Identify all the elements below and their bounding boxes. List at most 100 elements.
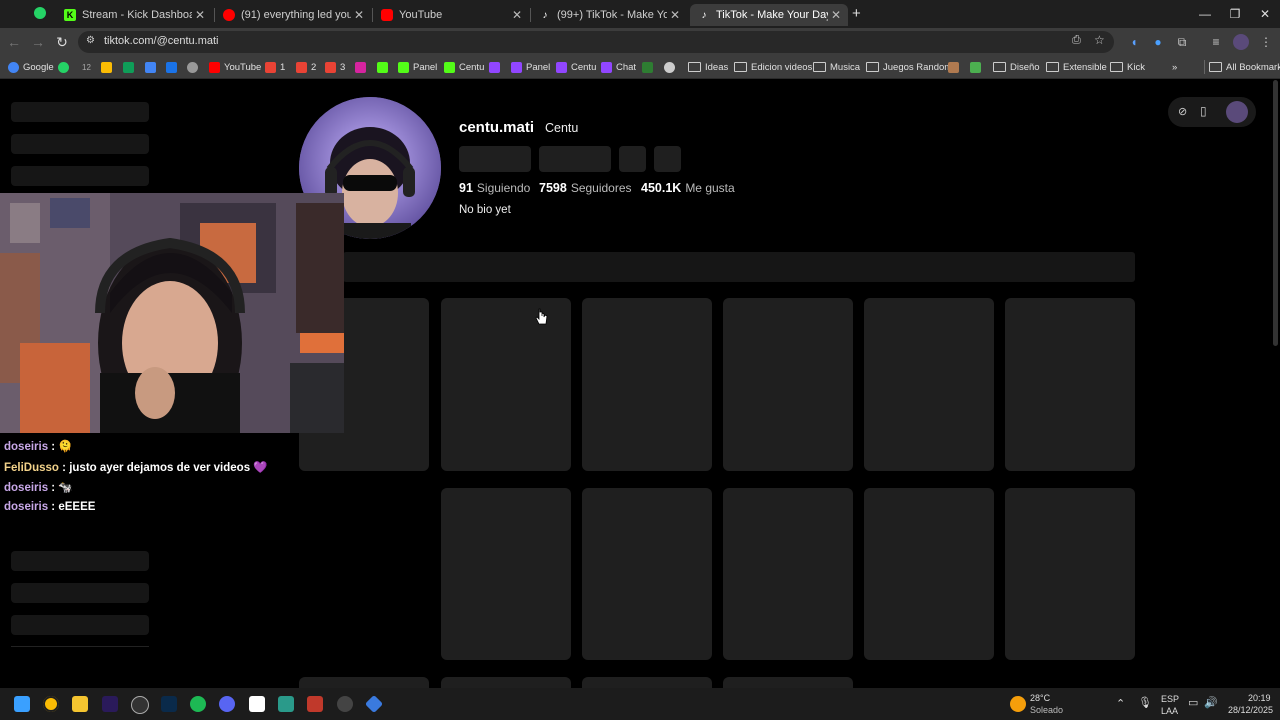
close-icon[interactable]: ✕ xyxy=(667,8,683,22)
chrome-icon[interactable] xyxy=(43,696,59,712)
bookmark-whatsapp[interactable] xyxy=(58,60,73,74)
bookmark-folder-juegos[interactable]: Juegos Random xyxy=(866,60,952,74)
tray-overflow-icon[interactable]: ⌃ xyxy=(1116,697,1125,710)
close-icon[interactable]: ✕ xyxy=(192,8,208,22)
bookmark-sheets[interactable] xyxy=(123,60,138,74)
new-tab-button[interactable]: + xyxy=(852,5,861,22)
clock-time[interactable]: 20:19 xyxy=(1248,693,1271,703)
app-diamond-icon[interactable] xyxy=(364,694,384,714)
language-top[interactable]: ESP xyxy=(1161,694,1179,704)
video-card-skeleton[interactable] xyxy=(723,677,853,688)
bookmark-star-icon[interactable]: ☆ xyxy=(1094,33,1105,47)
bookmark-gmail-1[interactable]: 1 xyxy=(265,60,285,74)
video-card-skeleton[interactable] xyxy=(582,298,712,471)
bookmark-12[interactable]: 12 xyxy=(82,60,91,74)
bookmark-folder-extensible[interactable]: Extensible xyxy=(1046,60,1107,74)
tab-youtube[interactable]: YouTube ✕ xyxy=(373,4,529,26)
photoshop-icon[interactable] xyxy=(161,696,177,712)
volume-icon[interactable]: 🔊 xyxy=(1204,696,1218,709)
bookmark-twitch-chat[interactable]: Chat xyxy=(601,60,636,74)
video-card-skeleton[interactable] xyxy=(441,488,571,660)
bookmark-youtube[interactable]: YouTube xyxy=(209,60,261,74)
whatsapp-icon[interactable] xyxy=(34,7,46,19)
bookmark-folder-edicion[interactable]: Edicion videos xyxy=(734,60,812,74)
video-card-skeleton[interactable] xyxy=(864,298,994,471)
video-card-skeleton[interactable] xyxy=(299,677,429,688)
close-icon[interactable]: ✕ xyxy=(351,8,367,22)
following-stat[interactable]: 91 Siguiendo xyxy=(459,181,530,195)
video-card-skeleton[interactable] xyxy=(723,488,853,660)
bookmark-discord[interactable] xyxy=(664,60,679,74)
app-c-icon[interactable] xyxy=(337,696,353,712)
profile-avatar-icon[interactable] xyxy=(1233,34,1249,50)
tab-kick-dashboard[interactable]: K Stream - Kick Dashboard ✕ xyxy=(56,4,212,26)
followers-stat[interactable]: 7598 Seguidores xyxy=(539,181,632,195)
bookmark-gmail-2[interactable]: 2 xyxy=(296,60,316,74)
bookmark-kick-centu[interactable]: Centu xyxy=(444,60,484,74)
close-icon[interactable]: ✕ xyxy=(509,8,525,22)
weather-temp[interactable]: 28°C xyxy=(1030,693,1050,703)
tab-tiktok-active[interactable]: ♪ TikTok - Make Your Day ✕ xyxy=(690,4,848,26)
video-card-skeleton[interactable] xyxy=(582,677,712,688)
weather-icon[interactable] xyxy=(1010,696,1026,712)
forward-icon[interactable]: → xyxy=(30,34,46,50)
tab-tiktok-notifications[interactable]: ♪ (99+) TikTok - Make Your Day ✕ xyxy=(531,4,687,26)
bookmark-calendar[interactable] xyxy=(166,60,181,74)
address-bar[interactable]: ⚙ tiktok.com/@centu.mati ⎙ ☆ xyxy=(78,31,1114,53)
language-bottom[interactable]: LAA xyxy=(1161,706,1178,716)
notes-icon[interactable] xyxy=(278,696,294,712)
video-card-skeleton[interactable] xyxy=(582,488,712,660)
bookmark-gpt[interactable] xyxy=(187,60,202,74)
weather-desc[interactable]: Soleado xyxy=(1030,705,1063,715)
bookmark-twitch[interactable] xyxy=(489,60,504,74)
page-scrollbar[interactable] xyxy=(1273,80,1278,346)
bookmark-drive[interactable] xyxy=(101,60,116,74)
network-icon[interactable]: ▭ xyxy=(1188,696,1198,709)
extension-audio-icon[interactable]: ◖ xyxy=(1126,34,1142,50)
media-controls-icon[interactable]: ≡ xyxy=(1208,34,1224,50)
bookmark-folder-musica[interactable]: Musica xyxy=(813,60,860,74)
user-avatar-icon[interactable] xyxy=(1226,101,1248,123)
video-card-skeleton[interactable] xyxy=(441,677,571,688)
discord-icon[interactable] xyxy=(219,696,235,712)
video-card-skeleton[interactable] xyxy=(723,298,853,471)
bookmark-folder-kick[interactable]: Kick xyxy=(1110,60,1145,74)
bookmark-kick[interactable] xyxy=(377,60,392,74)
minimize-button[interactable]: — xyxy=(1190,4,1220,24)
notion-icon[interactable] xyxy=(249,696,265,712)
video-card-skeleton[interactable] xyxy=(1005,298,1135,471)
obs-icon[interactable] xyxy=(131,696,149,714)
url-text[interactable]: tiktok.com/@centu.mati xyxy=(104,35,218,47)
video-card-skeleton[interactable] xyxy=(1005,488,1135,660)
bookmark-docs[interactable] xyxy=(145,60,160,74)
all-bookmarks[interactable]: All Bookmarks xyxy=(1204,60,1280,74)
spotify-icon[interactable] xyxy=(190,696,206,712)
video-card-skeleton[interactable] xyxy=(864,488,994,660)
maximize-button[interactable]: ❐ xyxy=(1220,4,1250,24)
video-card-skeleton[interactable] xyxy=(441,298,571,471)
video-editor-icon[interactable] xyxy=(307,696,323,712)
bookmark-twitch-panel[interactable]: Panel xyxy=(511,60,550,74)
clock-date[interactable]: 28/12/2025 xyxy=(1228,705,1273,715)
file-explorer-icon[interactable] xyxy=(72,696,88,712)
premiere-icon[interactable] xyxy=(102,696,118,712)
microphone-icon[interactable]: 🎙 xyxy=(1138,696,1152,709)
site-info-icon[interactable]: ⚙ xyxy=(86,35,95,46)
bookmark-twitch-centu[interactable]: Centu xyxy=(556,60,596,74)
bookmark-kick-panel[interactable]: Panel xyxy=(398,60,437,74)
install-app-icon[interactable]: ⎙ xyxy=(1072,34,1081,47)
bookmark-gmail-3[interactable]: 3 xyxy=(325,60,345,74)
bookmark-ext[interactable] xyxy=(970,60,985,74)
extension-shield-icon[interactable]: ● xyxy=(1150,34,1166,50)
bookmark-folder-diseno[interactable]: Diseño xyxy=(993,60,1040,74)
more-bookmarks-icon[interactable]: » xyxy=(1172,60,1177,74)
bookmark-folder-ideas[interactable]: Ideas xyxy=(688,60,728,74)
close-window-button[interactable]: ✕ xyxy=(1250,4,1280,24)
windows-start-icon[interactable] xyxy=(14,696,30,712)
tab-youtube-video[interactable]: (91) everything led you here - Y ✕ xyxy=(215,4,371,26)
compass-icon[interactable]: ⊘ xyxy=(1178,105,1187,118)
bookmark-mascot[interactable] xyxy=(948,60,963,74)
reload-icon[interactable]: ↻ xyxy=(54,34,70,50)
menu-kebab-icon[interactable]: ⋮ xyxy=(1258,34,1274,50)
back-icon[interactable]: ← xyxy=(6,34,22,50)
